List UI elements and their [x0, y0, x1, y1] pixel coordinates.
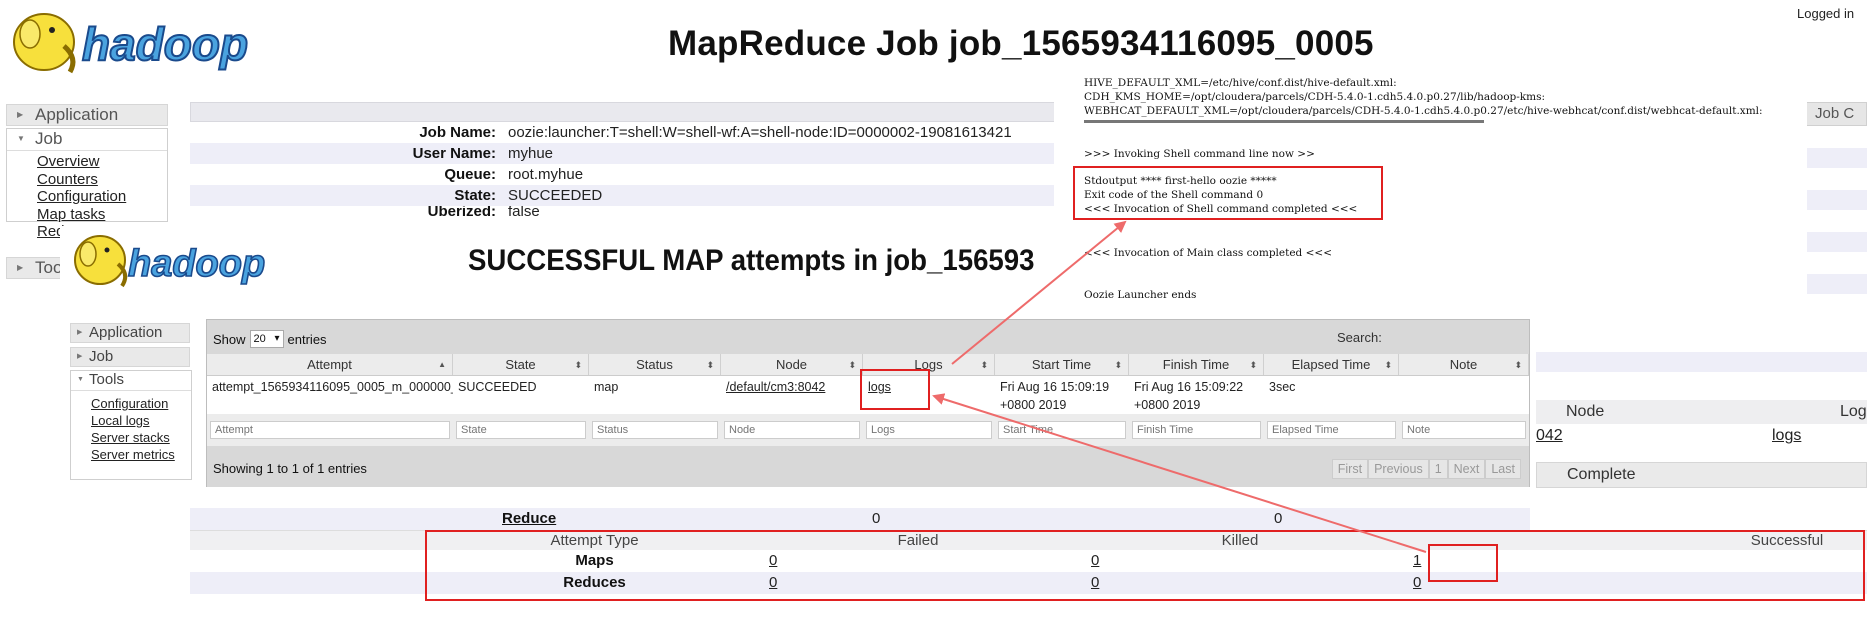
arrow-successful-to-logs — [932, 393, 1427, 553]
annotation-arrows — [932, 220, 1427, 553]
arrow-logs-to-output — [951, 220, 1127, 365]
